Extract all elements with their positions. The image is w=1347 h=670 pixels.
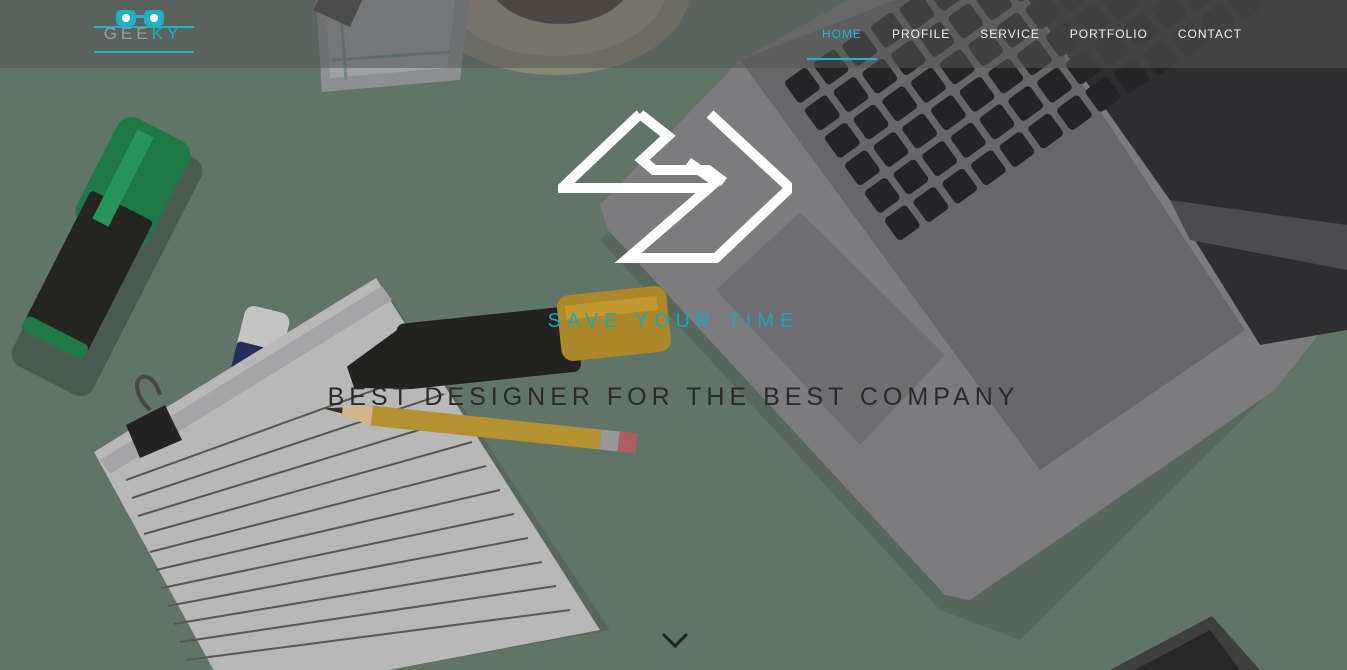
top-navbar: GEEKY HOME PROFILE SERVICE PORTFOLIO CON… (0, 0, 1347, 68)
site-logo[interactable]: GEEKY (92, 6, 196, 56)
hero-tagline: SAVE YOUR TIME (547, 310, 800, 332)
desk-illustration (0, 0, 1347, 670)
brand-mark-icon (558, 110, 792, 263)
nav-service[interactable]: SERVICE (965, 0, 1054, 68)
nav-profile[interactable]: PROFILE (877, 0, 965, 68)
nav-home[interactable]: HOME (806, 0, 877, 68)
hero-section: GEEKY HOME PROFILE SERVICE PORTFOLIO CON… (0, 0, 1347, 670)
chevron-down-icon[interactable] (659, 628, 691, 652)
logo-text: GEEKY (103, 24, 183, 43)
hero-headline: BEST DESIGNER FOR THE BEST COMPANY (327, 383, 1020, 411)
nav-portfolio[interactable]: PORTFOLIO (1055, 0, 1163, 68)
nav-contact[interactable]: CONTACT (1163, 0, 1257, 68)
main-nav: HOME PROFILE SERVICE PORTFOLIO CONTACT (806, 0, 1257, 68)
